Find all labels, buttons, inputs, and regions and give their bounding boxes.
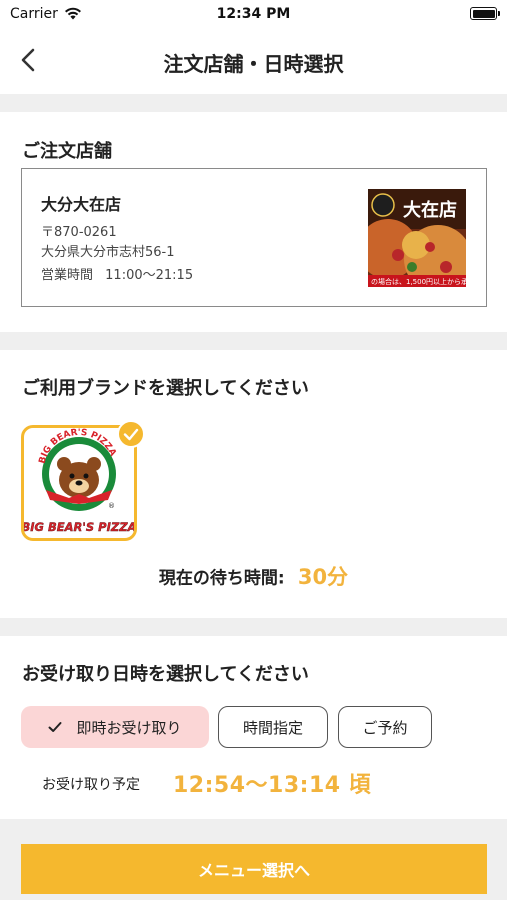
store-section-title: ご注文店舗: [22, 141, 112, 162]
store-image: 大在店 の場合は、1,500円以上から承: [368, 189, 466, 287]
check-icon: [48, 722, 62, 732]
pickup-option-label: 時間指定: [242, 718, 303, 737]
pickup-option-label: ご予約: [362, 718, 408, 737]
pickup-option-reservation[interactable]: ご予約: [338, 706, 432, 748]
wait-time-label: 現在の待ち時間:: [158, 568, 285, 589]
status-bar: Carrier 12:34 PM: [0, 0, 507, 28]
wait-time-row: 現在の待ち時間: 30分: [0, 561, 507, 591]
store-image-caption: 大在店: [403, 199, 457, 221]
pickup-eta-label: お受け取り予定: [42, 777, 140, 793]
pickup-option-label: 即時お受け取り: [76, 718, 182, 737]
page-title: 注文店舗・日時選択: [163, 52, 344, 76]
pickup-eta-value: 12:54〜13:14 頃: [173, 773, 372, 798]
menu-select-button[interactable]: メニュー選択へ: [21, 844, 487, 894]
store-hours-label: 営業時間: [41, 268, 94, 283]
brand-logo-text: BIG BEAR'S PIZZA: [24, 520, 134, 534]
brand-section-title: ご利用ブランドを選択してください: [22, 378, 309, 399]
store-hours: 営業時間 11:00〜21:15: [41, 264, 193, 283]
store-name: 大分大在店: [41, 195, 122, 214]
section-divider: [0, 618, 507, 636]
store-hours-value: 11:00〜21:15: [105, 268, 194, 283]
svg-text:®: ®: [108, 502, 115, 510]
section-divider: [0, 94, 507, 112]
store-card[interactable]: 大分大在店 〒870-0261 大分県大分市志村56-1 営業時間 11:00〜…: [21, 168, 487, 307]
store-section: ご注文店舗 大分大在店 〒870-0261 大分県大分市志村56-1 営業時間 …: [0, 112, 507, 332]
pickup-section: お受け取り日時を選択してください 即時お受け取り 時間指定 ご予約 お受け取り予…: [0, 636, 507, 819]
brand-selected-check-icon: [117, 420, 145, 448]
pickup-option-immediate[interactable]: 即時お受け取り: [21, 706, 209, 748]
store-image-banner: の場合は、1,500円以上から承: [371, 277, 466, 286]
store-postal-code: 〒870-0261: [41, 225, 117, 240]
pickup-section-title: お受け取り日時を選択してください: [22, 664, 309, 685]
nav-bar: 注文店舗・日時選択: [0, 28, 507, 94]
wait-time-value: 30分: [297, 565, 349, 589]
clock: 12:34 PM: [216, 6, 291, 22]
section-divider: [0, 332, 507, 350]
brand-section: ご利用ブランドを選択してください BIG BEAR'S PIZZA ® BIG …: [0, 350, 507, 618]
battery-icon: [470, 7, 500, 20]
footer: メニュー選択へ: [0, 819, 507, 900]
pickup-option-specify-time[interactable]: 時間指定: [218, 706, 328, 748]
store-address: 大分県大分市志村56-1: [41, 245, 175, 260]
